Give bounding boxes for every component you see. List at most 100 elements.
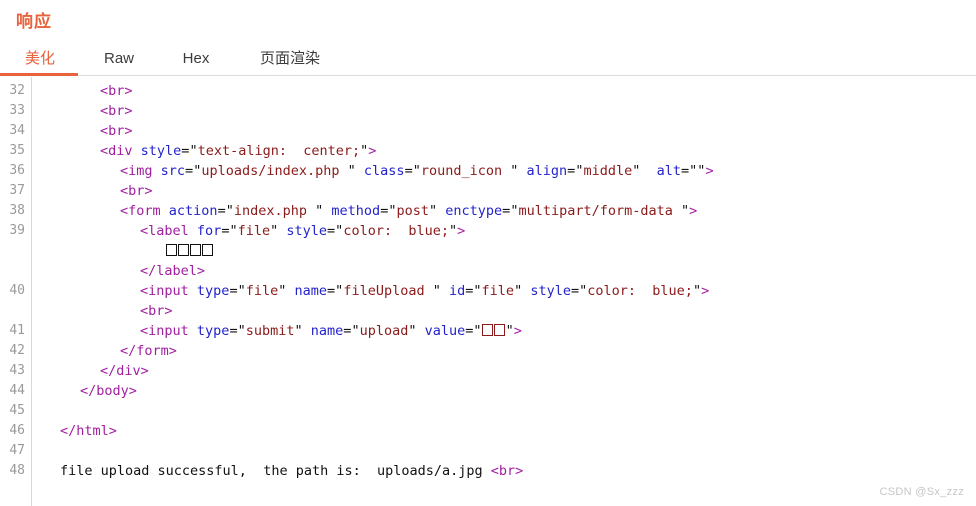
- code-line-content: file upload successful, the path is: upl…: [60, 461, 523, 481]
- code-token: >: [701, 283, 710, 299]
- code-line-content: <br>: [100, 81, 133, 101]
- code-line: 43 </div>: [0, 361, 976, 381]
- code-token: <input: [140, 283, 189, 299]
- code-token: ": [237, 323, 246, 339]
- tab-beautify[interactable]: 美化: [18, 44, 62, 75]
- tab-render[interactable]: 页面渲染: [252, 44, 328, 75]
- code-token: fileUpload: [343, 283, 433, 299]
- code-line-content: <br>: [100, 101, 133, 121]
- code-token: =: [229, 323, 238, 339]
- code-token: text-align: center;: [197, 143, 361, 159]
- code-token: </label>: [140, 263, 206, 279]
- code-token: ": [229, 223, 238, 239]
- code-token: ": [473, 283, 482, 299]
- code-token: ": [294, 323, 303, 339]
- code-token: enctype: [445, 203, 503, 219]
- code-token: =: [327, 223, 336, 239]
- code-token: index.php: [233, 203, 316, 219]
- code-token: uploads/index.php: [201, 163, 348, 179]
- code-token: <br>: [120, 183, 153, 199]
- tab-raw[interactable]: Raw: [98, 44, 140, 75]
- code-line: 45: [0, 401, 976, 421]
- code-token: =: [217, 203, 226, 219]
- code-token: <img: [120, 163, 153, 179]
- code-token: name: [294, 283, 328, 299]
- code-token: =: [570, 283, 580, 299]
- line-number: 40: [9, 283, 25, 298]
- line-number: 37: [9, 183, 25, 198]
- code-line: 38 <form action="index.php " method="post…: [0, 201, 976, 221]
- code-token: file: [245, 283, 279, 299]
- code-token: file: [237, 223, 271, 239]
- code-token: =: [327, 283, 336, 299]
- line-number: 43: [9, 363, 25, 378]
- code-token: "": [689, 163, 706, 179]
- code-token: >: [689, 203, 698, 219]
- missing-glyph-box: [201, 244, 213, 256]
- code-line-content: </form>: [120, 341, 177, 361]
- line-number: 45: [9, 403, 25, 418]
- code-token: ": [412, 163, 421, 179]
- code-line-list: 32 <br> 33 <br> 34 <br> 35 <div style="text-ali…: [0, 81, 976, 481]
- code-token: upload: [359, 323, 409, 339]
- code-line: 39 <label for="file" style="color: blue;"…: [0, 221, 976, 241]
- code-line: 41 <input type="submit" name="upload" val…: [0, 321, 976, 341]
- line-number: 38: [9, 203, 25, 218]
- code-token: ": [428, 203, 438, 219]
- code-token: color: blue;: [587, 283, 693, 299]
- code-token: style: [286, 223, 328, 239]
- code-line-content: </div>: [100, 361, 149, 381]
- line-number: 47: [9, 443, 25, 458]
- code-line: 42 </form>: [0, 341, 976, 361]
- code-line-content: <input type="file" name="fileUpload " id…: [140, 281, 709, 301]
- code-token: ": [408, 323, 417, 339]
- code-token: <br>: [100, 123, 133, 139]
- code-token: </body>: [80, 383, 137, 399]
- page-title: 响应: [16, 12, 52, 31]
- code-token: <br>: [100, 103, 133, 119]
- code-token: =: [681, 163, 690, 179]
- code-token: ": [237, 283, 246, 299]
- line-number: 39: [9, 223, 25, 238]
- code-token: </form>: [120, 343, 177, 359]
- tab-label: Raw: [103, 50, 134, 67]
- line-number: 35: [9, 143, 25, 158]
- code-line: [0, 241, 976, 261]
- code-token: style: [140, 143, 182, 159]
- line-number: 46: [9, 423, 25, 438]
- code-token: <br>: [100, 83, 133, 99]
- missing-glyph-box: [189, 244, 201, 256]
- code-line: 40 <input type="file" name="fileUpload " …: [0, 281, 976, 301]
- code-line-content: <input type="submit" name="upload" value…: [140, 321, 522, 341]
- tab-hex[interactable]: Hex: [176, 44, 216, 75]
- line-number: 44: [9, 383, 25, 398]
- code-token: >: [513, 323, 522, 339]
- code-token: ": [692, 283, 702, 299]
- code-token: post: [396, 203, 429, 219]
- code-token: middle: [583, 163, 633, 179]
- code-token: =: [404, 163, 413, 179]
- code-line: 32 <br>: [0, 81, 976, 101]
- code-token: action: [168, 203, 218, 219]
- code-line: 37 <br>: [0, 181, 976, 201]
- code-line: 46 </html>: [0, 421, 976, 441]
- code-token: round_icon: [420, 163, 511, 179]
- line-number: 36: [9, 163, 25, 178]
- code-line: 34 <br>: [0, 121, 976, 141]
- response-code-viewer[interactable]: 32 <br> 33 <br> 34 <br> 35 <div style="text-ali…: [0, 77, 976, 506]
- code-token: src: [160, 163, 186, 179]
- code-token: alt: [656, 163, 682, 179]
- tab-label: 美化: [24, 50, 55, 67]
- code-token: <input: [140, 323, 189, 339]
- line-number: 32: [9, 83, 25, 98]
- code-token: ": [189, 143, 198, 159]
- code-token: ": [347, 163, 356, 179]
